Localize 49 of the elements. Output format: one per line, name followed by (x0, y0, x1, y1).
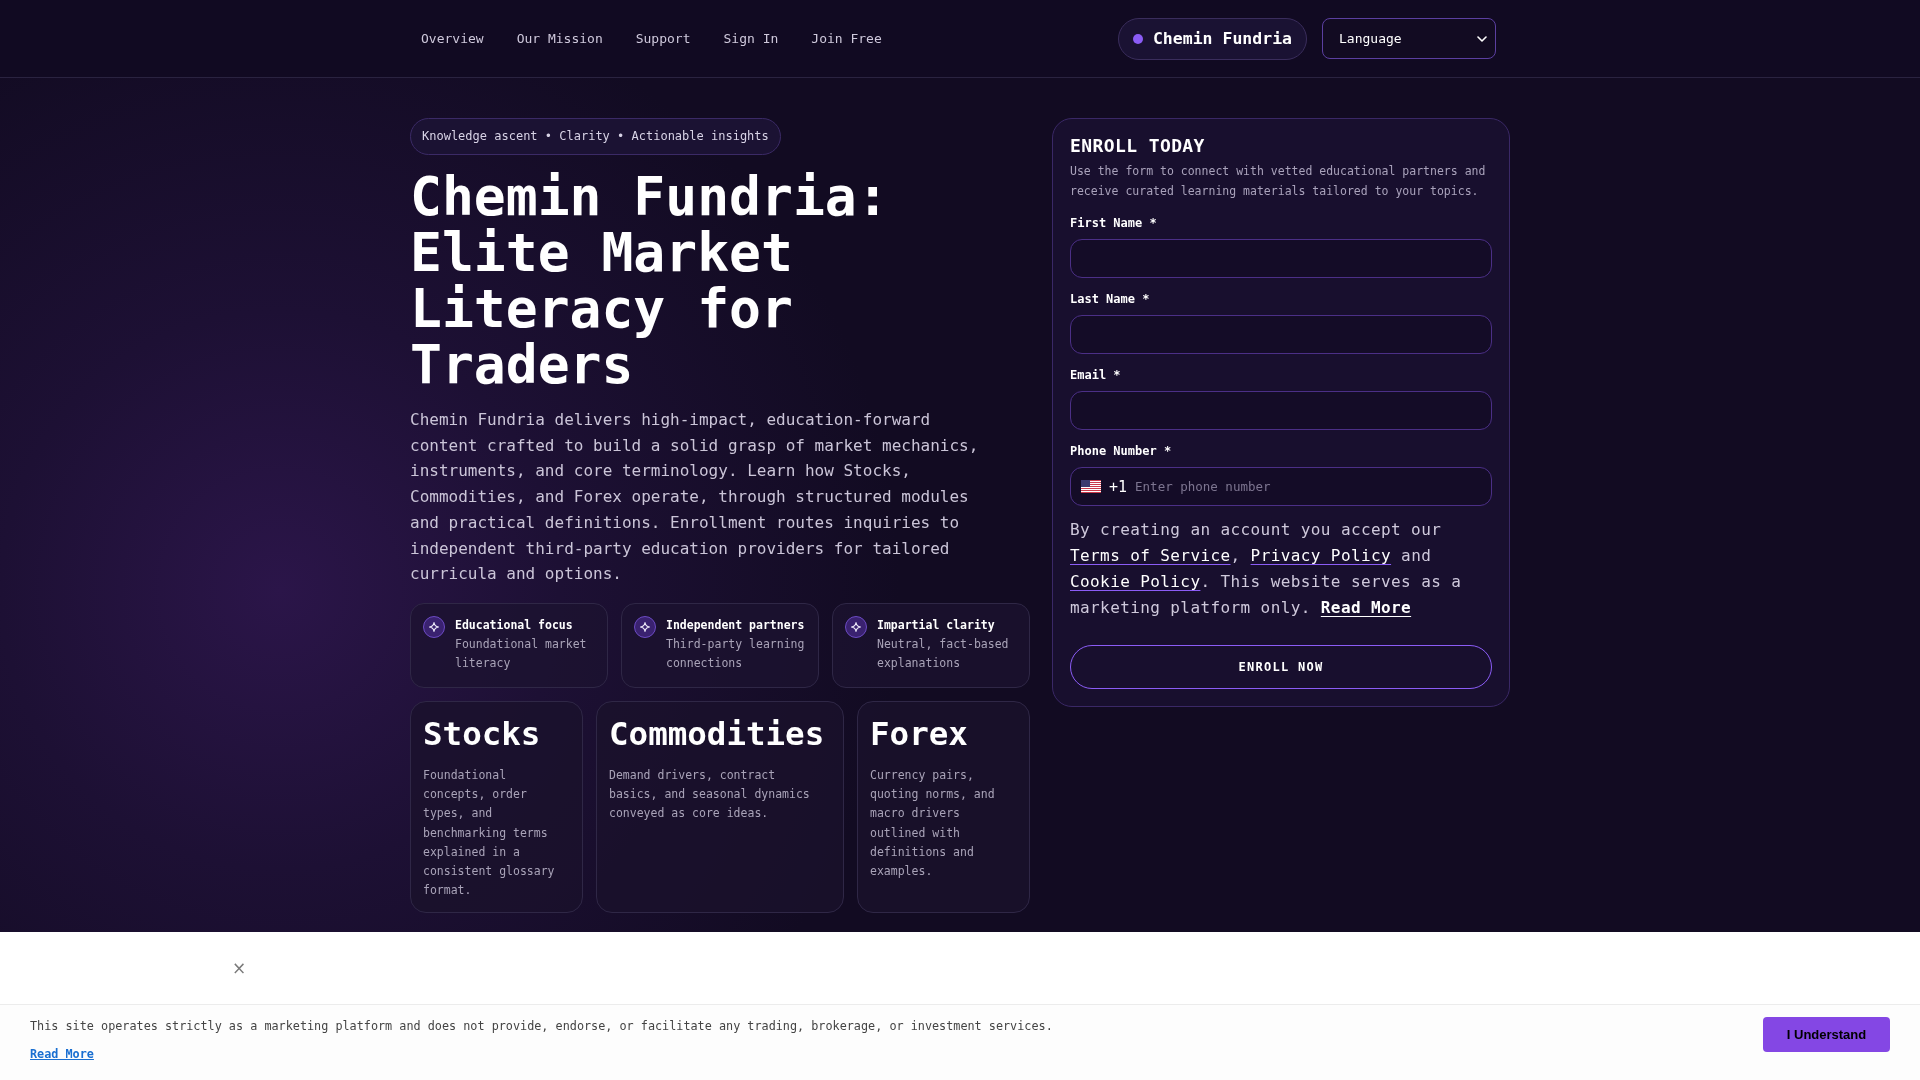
hero-title: Chemin Fundria: Elite Market Literacy for Traders (410, 169, 890, 393)
chevron-icon (1477, 35, 1487, 42)
close-button[interactable]: × (230, 958, 249, 978)
field-label: Last Name * (1070, 291, 1151, 307)
form-description: Use the form to connect with vetted educational partners and receive curated learning materials tailored to your topics. (1070, 163, 1487, 200)
feature-title: Educational focus (455, 616, 574, 634)
input-field[interactable] (1070, 239, 1492, 278)
feature-title: Independent partners (666, 616, 806, 634)
country-code: +1 (1109, 477, 1128, 496)
nav-link[interactable]: Sign In (712, 25, 790, 52)
nav-link[interactable]: Our Mission (505, 25, 614, 52)
legal-link[interactable]: Cookie Policy (1070, 572, 1201, 591)
cookie-notice-text: This site operates strictly as a marketing platform and does not provide, endorse, or facilitate any trading, brokerage, or investment services. (30, 1018, 1053, 1034)
feature-title: Impartial clarity (877, 616, 996, 634)
form-title: ENROLL TODAY (1070, 134, 1206, 158)
category-title: Stocks (423, 713, 542, 754)
legal-link[interactable]: Privacy Policy (1250, 546, 1392, 565)
feature-text: Neutral, fact-based explanations (877, 635, 1010, 672)
brand-link[interactable]: Chemin Fundria (1117, 17, 1307, 60)
category-text: Demand drivers, contract basics, and seasonal dynamics conveyed as core ideas. (609, 766, 811, 823)
category-text: Currency pairs, quoting norms, and macro drivers outlined with definitions and examples. (870, 766, 996, 880)
sparkle-icon (423, 615, 445, 638)
nav-link[interactable]: Join Free (800, 25, 893, 52)
input-field[interactable] (1070, 315, 1492, 354)
phone-field[interactable]: +1 Enter phone number (1070, 467, 1492, 506)
phone-input[interactable]: Enter phone number (1135, 468, 1491, 505)
category-title: Commodities (609, 713, 826, 754)
language-select[interactable]: Language (1322, 18, 1496, 59)
read-more-link[interactable]: Read More (1320, 598, 1412, 617)
feature-text: Foundational market literacy (455, 635, 588, 672)
flag-icon (1081, 480, 1101, 493)
tagline: Knowledge ascent • Clarity • Actionable insights (410, 118, 781, 155)
sparkle-icon (634, 615, 656, 638)
feature-text: Third-party learning connections (666, 635, 806, 672)
field-label: Phone Number * (1070, 443, 1173, 459)
legal-link[interactable]: Terms of Service (1070, 546, 1231, 565)
field-label: First Name * (1070, 215, 1158, 231)
dot-icon (1132, 33, 1143, 44)
sparkle-icon (845, 615, 867, 638)
consent-text: By creating an account you accept our Terms of Service, Privacy Policy and Cookie Policy. This website serves as a marketing platform only. Read More (1070, 519, 1463, 619)
category-text: Foundational concepts, order types, and benchmarking terms explained in a consistent glossary format. (423, 766, 556, 900)
read-more-link[interactable]: Read More (30, 1046, 94, 1062)
input-field[interactable] (1070, 391, 1492, 430)
nav-link[interactable]: Support (624, 25, 702, 52)
field-label: Email * (1070, 367, 1122, 383)
nav-link[interactable]: Overview (410, 25, 495, 52)
hero-description: Chemin Fundria delivers high-impact, education-forward content crafted to build a solid grasp of market mechanics, instruments, and core terminology. Learn how Stocks, Commodities, and Forex operate, through structured modules and practical definitions. Enrollment routes inquiries to independent third-party education providers for tailored curricula and options. (410, 409, 980, 586)
accept-button[interactable]: I Understand (1763, 1017, 1890, 1052)
category-title: Forex (870, 713, 969, 754)
